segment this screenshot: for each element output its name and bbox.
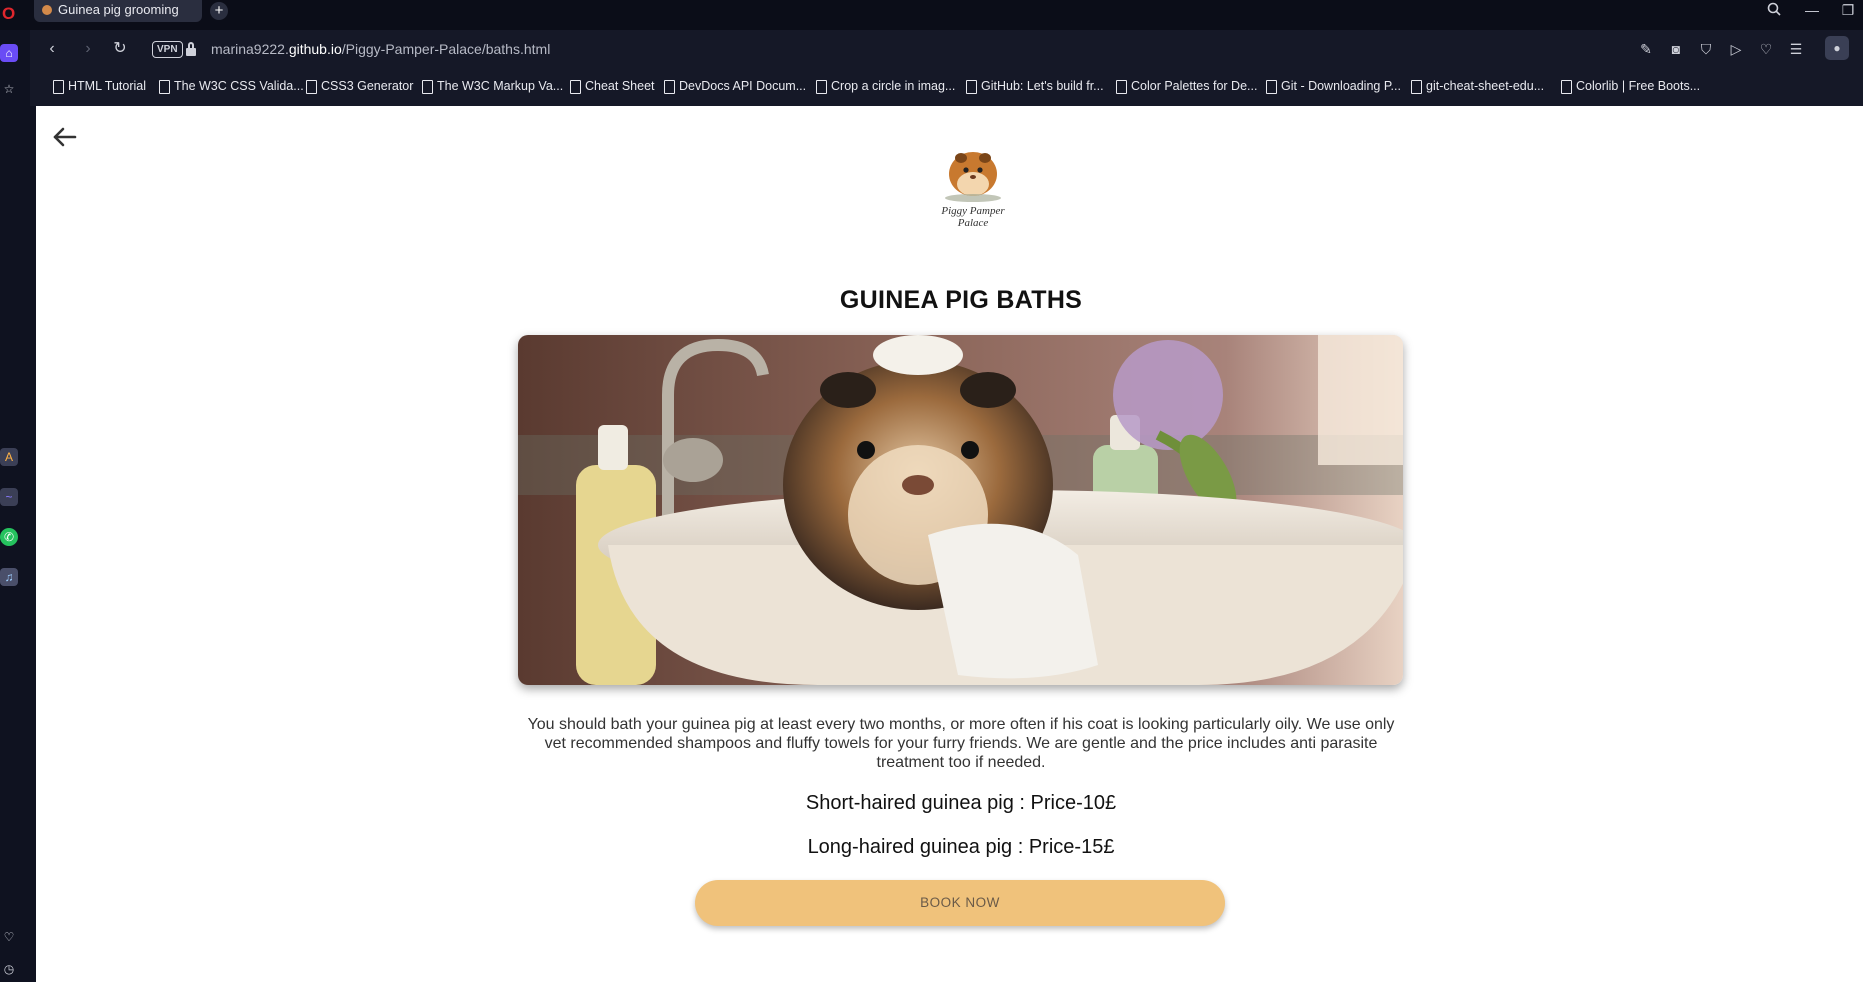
bookmark-item[interactable]: HTML Tutorial	[53, 78, 146, 94]
lock-icon[interactable]	[186, 42, 196, 56]
address-bar: ‹ › ↻ VPN marina9222.github.io/Piggy-Pam…	[30, 30, 1863, 68]
tab-favicon-icon	[42, 5, 52, 15]
back-arrow-icon[interactable]	[52, 124, 78, 150]
bookmark-item[interactable]: Git - Downloading P...	[1266, 78, 1401, 94]
bookmark-item[interactable]: Crop a circle in imag...	[816, 78, 955, 94]
shield-icon[interactable]: ⛉	[1697, 40, 1715, 58]
page-title: GUINEA PIG BATHS	[839, 286, 1083, 314]
hero-image-guinea-pig-bath	[518, 335, 1403, 685]
url-host: github.io	[288, 41, 342, 57]
opera-logo-icon[interactable]: O	[2, 5, 16, 23]
star-icon[interactable]: ☆	[0, 80, 18, 98]
whatsapp-icon[interactable]: ✆	[0, 528, 18, 546]
bookmarks-bar: HTML Tutorial The W3C CSS Valida... CSS3…	[30, 68, 1863, 106]
profile-icon[interactable]: ●	[1825, 36, 1849, 60]
url-prefix: marina9222.	[211, 41, 289, 57]
camera-icon[interactable]: ◙	[1667, 40, 1685, 58]
site-logo[interactable]: Piggy Pamper Palace	[933, 144, 1013, 234]
reload-icon[interactable]: ↻	[110, 39, 130, 59]
bookmark-item[interactable]: The W3C Markup Va...	[422, 78, 563, 94]
bookmark-item[interactable]: GitHub: Let's build fr...	[966, 78, 1104, 94]
browser-sidebar: ⌂ ☆ A ~ ✆ ♫ ♡ ◷	[0, 30, 30, 982]
logo-text-line2: Palace	[957, 217, 989, 229]
search-tabs-icon[interactable]	[1762, 2, 1786, 19]
logo-text-line1: Piggy Pamper	[940, 205, 1005, 217]
home-icon[interactable]: ⌂	[0, 44, 18, 62]
bookmark-item[interactable]: git-cheat-sheet-edu...	[1411, 78, 1544, 94]
tab-bar: O Guinea pig grooming + — ❐	[0, 0, 1863, 30]
tab-title: Guinea pig grooming	[58, 2, 179, 17]
price-short-haired: Short-haired guinea pig : Price-10£	[805, 792, 1117, 814]
heart-icon[interactable]: ♡	[1757, 40, 1775, 58]
vpn-badge[interactable]: VPN	[152, 41, 183, 58]
service-description: You should bath your guinea pig at least…	[527, 716, 1395, 771]
aria-icon[interactable]: A	[0, 448, 18, 466]
tab-active[interactable]: Guinea pig grooming	[34, 0, 202, 22]
new-tab-button[interactable]: +	[210, 2, 228, 20]
url-path: /Piggy-Pamper-Palace/baths.html	[341, 41, 551, 57]
bookmark-item[interactable]: Color Palettes for De...	[1116, 78, 1257, 94]
easy-setup-icon[interactable]: ☰	[1787, 40, 1805, 58]
price-long-haired: Long-haired guinea pig : Price-15£	[807, 836, 1115, 858]
play-icon[interactable]: ▷	[1727, 40, 1745, 58]
bookmark-item[interactable]: Cheat Sheet	[570, 78, 655, 94]
web-page: Piggy Pamper Palace GUINEA PIG BATHS You…	[36, 106, 1863, 982]
forward-icon[interactable]: ›	[78, 39, 98, 59]
music-player-icon[interactable]: ♫	[0, 568, 18, 586]
messenger-icon[interactable]: ~	[0, 488, 18, 506]
history-icon[interactable]: ◷	[0, 960, 18, 978]
restore-icon[interactable]: ❐	[1836, 2, 1860, 19]
bookmark-item[interactable]: Colorlib | Free Boots...	[1561, 78, 1700, 94]
bookmark-item[interactable]: DevDocs API Docum...	[664, 78, 806, 94]
url-field[interactable]: marina9222.github.io/Piggy-Pamper-Palace…	[211, 40, 550, 58]
bookmark-item[interactable]: The W3C CSS Valida...	[159, 78, 304, 94]
minimize-icon[interactable]: —	[1800, 2, 1824, 18]
back-icon[interactable]: ‹	[42, 39, 62, 59]
pinboard-heart-icon[interactable]: ♡	[0, 928, 18, 946]
book-now-button[interactable]: BOOK NOW	[695, 880, 1225, 926]
edit-icon[interactable]: ✎	[1637, 40, 1655, 58]
bookmark-item[interactable]: CSS3 Generator	[306, 78, 413, 94]
